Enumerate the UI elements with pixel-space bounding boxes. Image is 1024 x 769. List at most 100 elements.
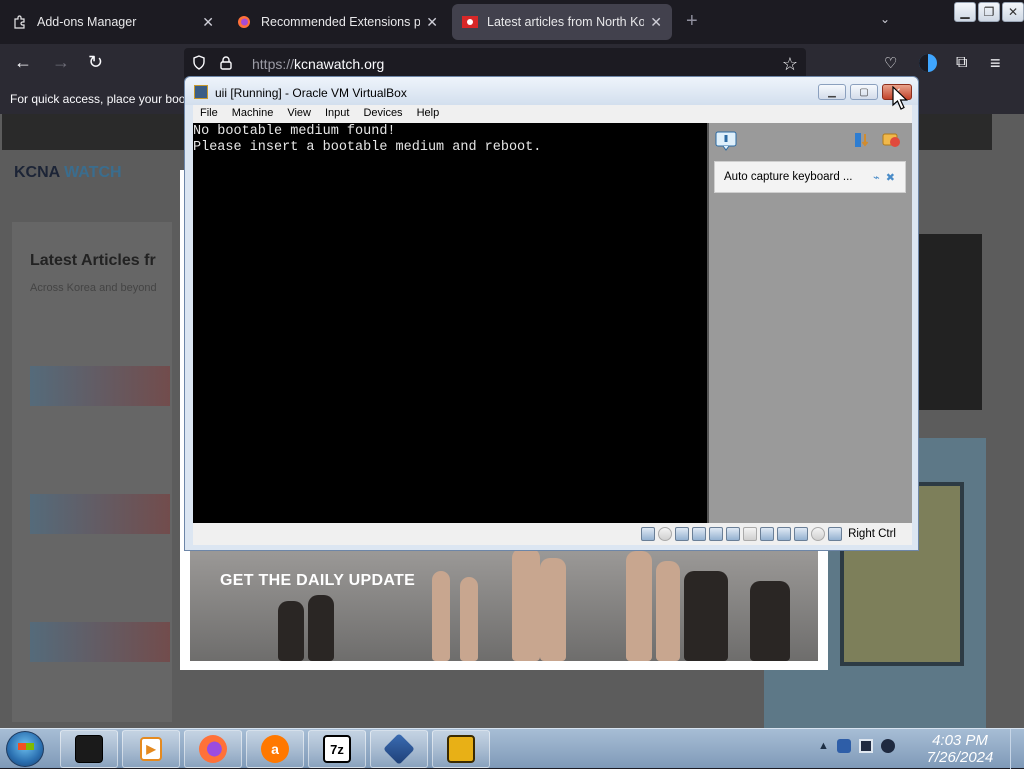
display-icon[interactable] [743, 527, 758, 541]
extensions-icon[interactable]: ⧉ [956, 54, 967, 72]
tab-label: Latest articles from North Korea [487, 15, 645, 29]
start-button[interactable] [6, 731, 44, 767]
hamburger-menu-icon[interactable]: ≡ [990, 53, 1001, 74]
menu-help[interactable]: Help [410, 105, 447, 123]
mouse-cursor-icon [892, 86, 908, 110]
logo-right: WATCH [64, 164, 122, 181]
taskbar-avast[interactable]: a [246, 730, 304, 768]
show-hidden-icons-icon[interactable]: ▲ [818, 740, 829, 752]
mouse-integration-icon[interactable] [811, 527, 826, 541]
taskbar-media-player[interactable]: ▶ [122, 730, 180, 768]
notification-text: Auto capture keyboard ... [724, 171, 853, 183]
photo-figure [460, 577, 478, 661]
daily-update-heading: GET THE DAILY UPDATE [220, 572, 416, 589]
cpu-icon[interactable] [794, 527, 809, 541]
shield-icon[interactable] [192, 55, 208, 73]
photo-figure [308, 595, 334, 661]
pocket-icon[interactable]: ♡ [884, 54, 897, 72]
dismiss-icon[interactable]: ✖ [886, 171, 895, 184]
menu-input[interactable]: Input [318, 105, 356, 123]
minimize-icon[interactable]: ▁ [818, 84, 846, 100]
virtualbox-icon [383, 733, 415, 765]
clock-date: 7/26/2024 [926, 749, 994, 766]
forward-icon[interactable]: → [52, 52, 70, 73]
media-player-icon: ▶ [140, 737, 162, 761]
lock-icon[interactable] [220, 55, 234, 73]
photo-figure [684, 571, 728, 661]
notification-item[interactable]: Auto capture keyboard ... ⌁ ✖ [714, 161, 906, 193]
pin-icon[interactable]: ⌁ [873, 171, 880, 184]
vm-display[interactable]: No bootable medium found! Please insert a… [193, 123, 707, 523]
clock-time: 4:03 PM [932, 732, 988, 749]
show-desktop-button[interactable] [1010, 729, 1024, 769]
maximize-icon[interactable]: ▢ [850, 84, 878, 100]
article-thumbnail[interactable] [30, 622, 170, 662]
close-icon[interactable]: ✕ [1002, 2, 1024, 22]
kcnawatch-flag-icon [462, 14, 478, 30]
menu-view[interactable]: View [280, 105, 318, 123]
notification-center: Auto capture keyboard ... ⌁ ✖ [707, 123, 912, 523]
sort-icon[interactable] [853, 131, 875, 151]
menu-devices[interactable]: Devices [356, 105, 409, 123]
network-icon[interactable] [692, 527, 707, 541]
reload-icon[interactable]: ↻ [88, 52, 103, 73]
site-logo[interactable]: KCNA WATCH [14, 164, 122, 182]
restore-icon[interactable]: ❐ [978, 2, 1000, 22]
minimize-icon[interactable]: ▁ [954, 2, 976, 22]
puzzle-icon [12, 14, 28, 30]
host-key-label: Right Ctrl [848, 528, 896, 540]
chevron-down-icon[interactable]: ⌄ [880, 12, 890, 26]
optical-drive-icon[interactable] [658, 527, 673, 541]
vbox-window-title: uii [Running] - Oracle VM VirtualBox [215, 86, 407, 100]
bookmark-star-icon[interactable]: ☆ [782, 54, 798, 75]
taskbar-terminal-app[interactable] [60, 730, 118, 768]
vbox-title-bar[interactable]: uii [Running] - Oracle VM VirtualBox ▁ ▢… [185, 77, 918, 105]
close-tab-icon[interactable]: ✕ [426, 14, 438, 31]
system-tray: ▲ [818, 739, 895, 753]
section-subheading: Across Korea and beyond [30, 282, 157, 294]
notification-message-icon[interactable] [715, 131, 737, 151]
article-thumbnail[interactable] [30, 494, 170, 534]
tab-label: Add-ons Manager [37, 15, 137, 29]
browser-window-controls: ▁ ❐ ✕ [954, 2, 1024, 22]
virtualbox-window: uii [Running] - Oracle VM VirtualBox ▁ ▢… [184, 76, 919, 551]
section-heading: Latest Articles fr [30, 252, 156, 269]
virtualbox-icon [194, 85, 208, 99]
taskbar-app-yellow[interactable] [432, 730, 490, 768]
virtualization-icon[interactable] [777, 527, 792, 541]
vm-console-line: Please insert a bootable medium and rebo… [193, 140, 542, 155]
back-icon[interactable]: ← [14, 52, 32, 73]
tab-latest-articles[interactable]: Latest articles from North Korea ✕ [452, 4, 672, 40]
tab-add-ons-manager[interactable]: Add-ons Manager ✕ [2, 4, 224, 40]
hard-disk-icon[interactable] [641, 527, 656, 541]
url-host: kcnawatch.org [294, 56, 385, 72]
taskbar-7zip[interactable]: 7z [308, 730, 366, 768]
new-tab-icon[interactable]: + [686, 10, 698, 33]
audio-icon[interactable] [675, 527, 690, 541]
browser-tab-bar: Add-ons Manager ✕ Recommended Extensions… [0, 0, 1024, 44]
close-tab-icon[interactable]: ✕ [650, 14, 662, 31]
photo-figure [750, 581, 790, 661]
menu-machine[interactable]: Machine [225, 105, 281, 123]
security-shield-icon[interactable] [836, 739, 851, 753]
shared-folders-icon[interactable] [726, 527, 741, 541]
account-icon[interactable] [918, 53, 938, 78]
vm-console-line: No bootable medium found! [193, 124, 396, 139]
keyboard-capture-icon[interactable] [828, 527, 843, 541]
close-tab-icon[interactable]: ✕ [202, 14, 214, 31]
photo-figure [540, 558, 566, 661]
system-clock[interactable]: 4:03 PM 7/26/2024 [920, 732, 1000, 766]
volume-icon[interactable] [880, 739, 895, 753]
video-capture-icon[interactable] [760, 527, 775, 541]
firefox-icon [199, 735, 227, 763]
taskbar-firefox[interactable] [184, 730, 242, 768]
network-tray-icon[interactable] [858, 739, 873, 753]
avast-icon: a [261, 735, 289, 763]
usb-icon[interactable] [709, 527, 724, 541]
tab-recommended-extensions[interactable]: Recommended Extensions prog ✕ [226, 4, 448, 40]
article-thumbnail[interactable] [30, 366, 170, 406]
ignore-all-icon[interactable] [881, 131, 903, 151]
windows-taskbar: ▶ a 7z ▲ 4:03 PM 7/26/2024 [0, 728, 1024, 769]
menu-file[interactable]: File [193, 105, 225, 123]
taskbar-virtualbox[interactable] [370, 730, 428, 768]
